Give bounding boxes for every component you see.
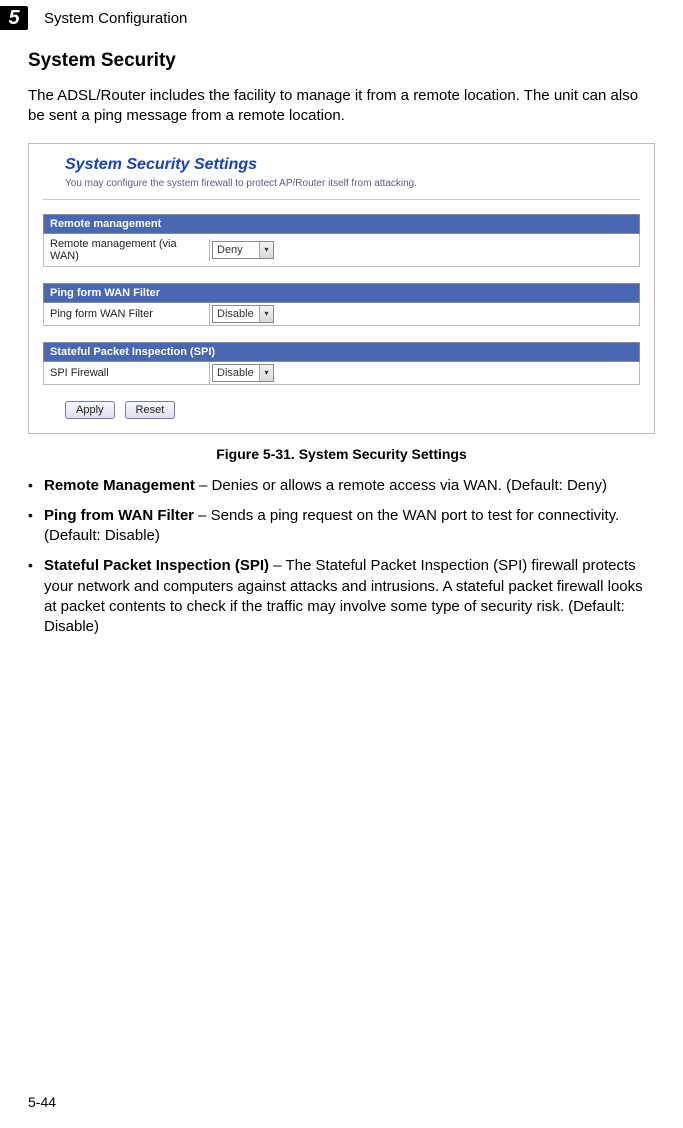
term-spi: Stateful Packet Inspection (SPI): [44, 557, 269, 574]
group-row-remote: Remote management (via WAN) Deny ▾: [43, 234, 640, 267]
chapter-number: 5: [0, 6, 28, 30]
page-number: 5-44: [28, 1094, 56, 1110]
divider: [43, 199, 640, 200]
group-header-remote: Remote management: [43, 214, 640, 234]
remote-management-select[interactable]: Deny ▾: [212, 241, 274, 259]
chapter-title: System Configuration: [44, 10, 187, 27]
ping-wan-select[interactable]: Disable ▾: [212, 305, 274, 323]
screenshot-description: You may configure the system firewall to…: [65, 178, 640, 189]
field-label-spi: SPI Firewall: [44, 363, 209, 383]
figure-caption: Figure 5-31. System Security Settings: [28, 446, 655, 462]
spi-firewall-value: Disable: [217, 367, 259, 379]
ping-wan-value: Disable: [217, 308, 259, 320]
screenshot-title: System Security Settings: [65, 156, 640, 174]
page-header: 5 System Configuration: [0, 0, 683, 40]
field-label-ping: Ping form WAN Filter: [44, 304, 209, 324]
group-row-spi: SPI Firewall Disable ▾: [43, 362, 640, 385]
reset-button[interactable]: Reset: [125, 401, 176, 419]
chevron-down-icon: ▾: [259, 306, 273, 322]
apply-button[interactable]: Apply: [65, 401, 115, 419]
term-ping: Ping from WAN Filter: [44, 507, 194, 524]
section-heading: System Security: [28, 50, 655, 72]
group-header-ping: Ping form WAN Filter: [43, 283, 640, 303]
intro-paragraph: The ADSL/Router includes the facility to…: [28, 86, 655, 127]
group-ping-wan: Ping form WAN Filter Ping form WAN Filte…: [43, 283, 640, 326]
term-remote: Remote Management: [44, 477, 195, 494]
group-row-ping: Ping form WAN Filter Disable ▾: [43, 303, 640, 326]
notes-list: Remote Management – Denies or allows a r…: [28, 476, 655, 638]
rest-remote: – Denies or allows a remote access via W…: [195, 477, 607, 494]
group-header-spi: Stateful Packet Inspection (SPI): [43, 342, 640, 362]
group-remote-management: Remote management Remote management (via…: [43, 214, 640, 267]
group-spi: Stateful Packet Inspection (SPI) SPI Fir…: [43, 342, 640, 385]
list-item: Stateful Packet Inspection (SPI) – The S…: [28, 556, 655, 637]
list-item: Remote Management – Denies or allows a r…: [28, 476, 655, 496]
screenshot-panel: System Security Settings You may configu…: [28, 143, 655, 434]
chevron-down-icon: ▾: [259, 242, 273, 258]
remote-management-value: Deny: [217, 244, 259, 256]
list-item: Ping from WAN Filter – Sends a ping requ…: [28, 506, 655, 547]
spi-firewall-select[interactable]: Disable ▾: [212, 364, 274, 382]
button-row: Apply Reset: [65, 401, 640, 419]
field-label-remote: Remote management (via WAN): [44, 234, 209, 266]
chevron-down-icon: ▾: [259, 365, 273, 381]
